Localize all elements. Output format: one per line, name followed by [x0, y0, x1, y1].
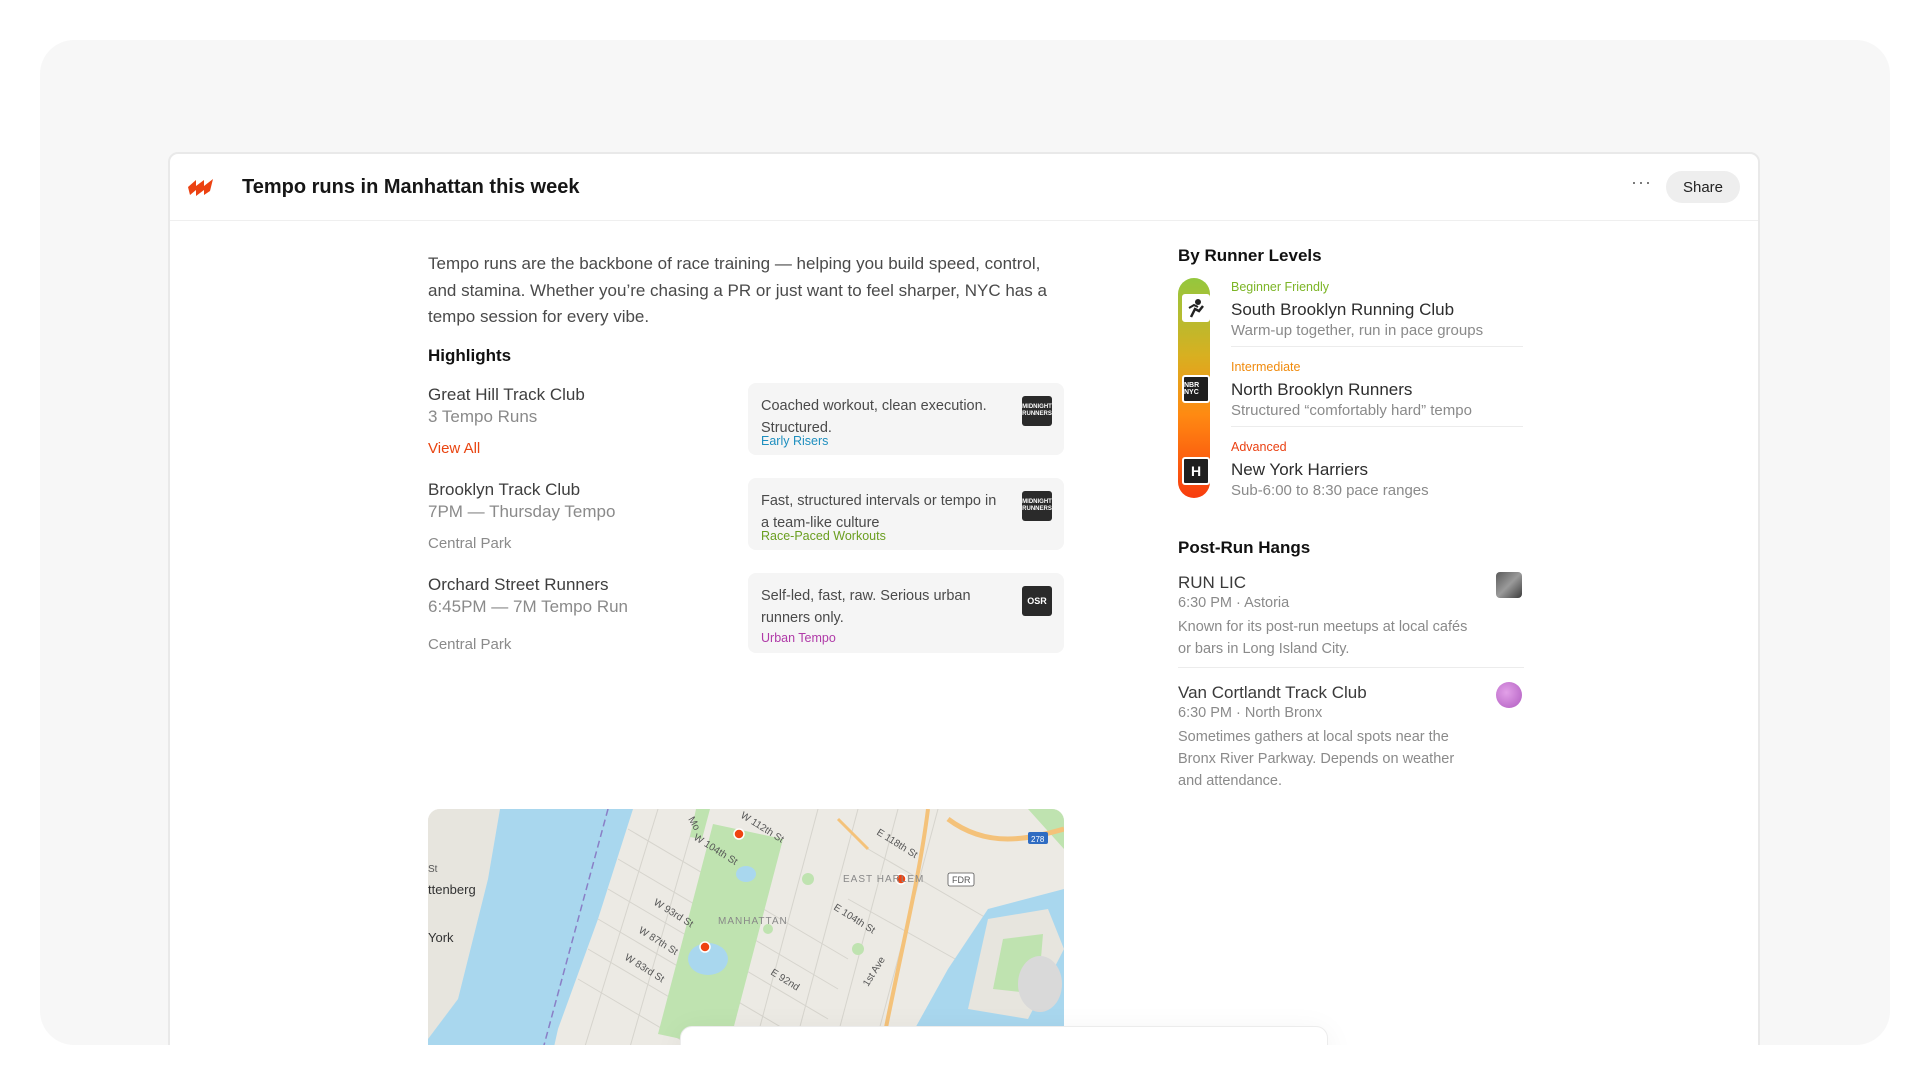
- page-title: Tempo runs in Manhattan this week: [242, 176, 580, 198]
- levels-title: By Runner Levels: [1178, 246, 1322, 265]
- level-club-description: Sub-6:00 to 8:30 pace ranges: [1231, 482, 1429, 499]
- club-logo-icon: MIDNIGHT RUNNERS: [1022, 396, 1052, 426]
- level-club-description: Warm-up together, run in pace groups: [1231, 322, 1484, 339]
- map-place-label: York: [428, 930, 454, 945]
- map-road-label: FDR: [952, 875, 971, 885]
- highlight-club-name[interactable]: Brooklyn Track Club: [428, 480, 580, 500]
- highlight-card[interactable]: Self-led, fast, raw. Serious urban runne…: [748, 573, 1064, 653]
- club-logo-icon: [1496, 682, 1522, 708]
- hangs-title: Post-Run Hangs: [1178, 538, 1311, 557]
- highlight-club-name[interactable]: Great Hill Track Club: [428, 385, 585, 405]
- view-all-link[interactable]: View All: [428, 440, 480, 457]
- nbr-logo-icon: NBR NYC: [1182, 375, 1210, 403]
- app-logo-icon: [188, 179, 213, 196]
- level-club-name[interactable]: North Brooklyn Runners: [1231, 380, 1412, 400]
- highlight-card[interactable]: Fast, structured intervals or tempo in a…: [748, 478, 1064, 550]
- map-marker[interactable]: [733, 828, 745, 840]
- card-description: Coached workout, clean execution. Struct…: [761, 398, 987, 436]
- highlight-location: Central Park: [428, 535, 512, 552]
- card-tag: Urban Tempo: [761, 631, 836, 645]
- level-tag: Advanced: [1231, 440, 1287, 454]
- hang-photo-thumbnail: [1496, 572, 1522, 598]
- intro-paragraph: Tempo runs are the backbone of race trai…: [428, 254, 1047, 326]
- document-window: Tempo runs in Manhattan this week ··· Sh…: [168, 152, 1760, 1045]
- map-highway-shield: 278: [1031, 835, 1045, 844]
- background-stage: Tempo runs in Manhattan this week ··· Sh…: [40, 40, 1890, 1045]
- level-club-description: Structured “comfortably hard” tempo: [1231, 402, 1472, 419]
- map-area-label: MANHATTAN: [718, 916, 788, 927]
- highlight-subtitle: 6:45PM — 7M Tempo Run: [428, 597, 628, 616]
- map-place-label: ttenberg: [428, 882, 476, 897]
- highlight-subtitle: 3 Tempo Runs: [428, 407, 538, 426]
- hang-meta: 6:30 PM · Astoria: [1178, 595, 1290, 611]
- hang-description: Sometimes gathers at local spots near th…: [1178, 729, 1455, 789]
- divider: [1231, 426, 1523, 427]
- ask-box: [680, 1026, 1328, 1045]
- hang-name[interactable]: Van Cortlandt Track Club: [1178, 683, 1367, 703]
- more-options-button[interactable]: ···: [1631, 172, 1652, 193]
- club-logo-icon: OSR: [1022, 586, 1052, 616]
- card-tag: Race-Paced Workouts: [761, 529, 886, 543]
- card-description: Fast, structured intervals or tempo in a…: [761, 493, 997, 531]
- divider: [1231, 346, 1523, 347]
- map-place-label: St: [428, 864, 438, 875]
- hang-name[interactable]: RUN LIC: [1178, 573, 1246, 593]
- highlight-card[interactable]: Coached workout, clean execution. Struct…: [748, 383, 1064, 455]
- level-tag: Intermediate: [1231, 360, 1301, 374]
- hang-description: Known for its post-run meetups at local …: [1178, 619, 1468, 657]
- level-tag: Beginner Friendly: [1231, 280, 1329, 294]
- club-logo-icon: MIDNIGHT RUNNERS: [1022, 491, 1052, 521]
- map-canvas: W 104th St W 112th St E 118th St EAST HA…: [428, 809, 1064, 1045]
- level-club-name[interactable]: South Brooklyn Running Club: [1231, 300, 1454, 320]
- highlight-location: Central Park: [428, 636, 512, 653]
- share-button[interactable]: Share: [1666, 171, 1740, 203]
- hang-meta: 6:30 PM · North Bronx: [1178, 705, 1323, 721]
- highlight-club-name[interactable]: Orchard Street Runners: [428, 575, 608, 595]
- card-description: Self-led, fast, raw. Serious urban runne…: [761, 588, 971, 626]
- card-tag: Early Risers: [761, 434, 829, 448]
- map-marker[interactable]: [699, 941, 711, 953]
- top-bar: Tempo runs in Manhattan this week ··· Sh…: [170, 154, 1758, 221]
- runner-icon: [1182, 294, 1210, 322]
- divider: [1178, 667, 1524, 668]
- map-area-label: EAST HARLEM: [843, 874, 924, 885]
- harriers-logo-icon: H: [1182, 457, 1210, 485]
- map-view[interactable]: W 104th St W 112th St E 118th St EAST HA…: [428, 809, 1064, 1045]
- highlights-title: Highlights: [428, 346, 512, 365]
- level-club-name[interactable]: New York Harriers: [1231, 460, 1368, 480]
- highlight-subtitle: 7PM — Thursday Tempo: [428, 502, 616, 521]
